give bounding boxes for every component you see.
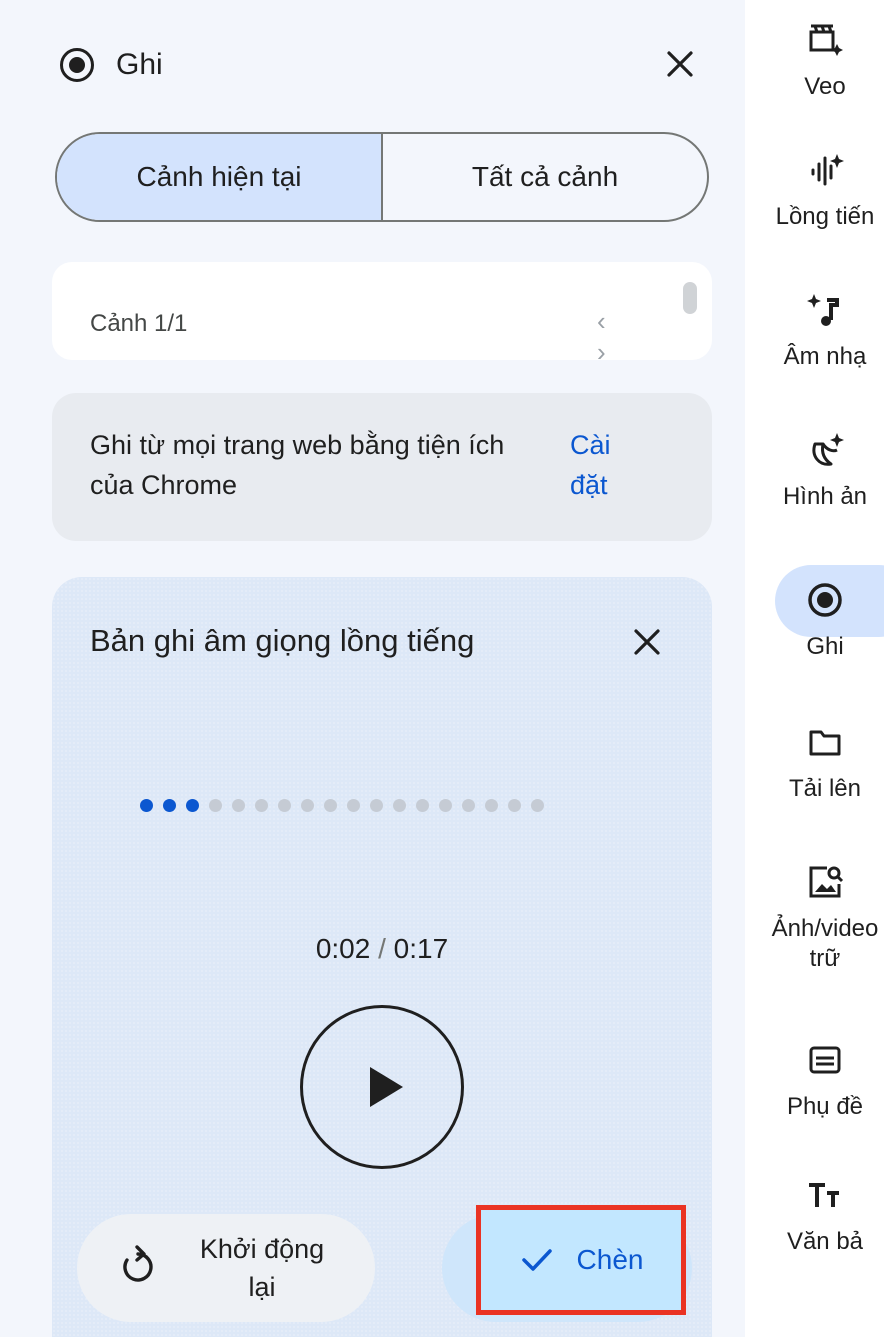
rail-label-image: Hình ản bbox=[782, 483, 868, 510]
scene-strip: Cảnh 1/1 ‹ › bbox=[52, 262, 712, 360]
audio-wave-sparkle-icon bbox=[805, 150, 845, 190]
progress-dot bbox=[370, 799, 383, 812]
rail-label-media-library-line2: trữ bbox=[809, 945, 841, 972]
rail-label-subtitles: Phụ đề bbox=[786, 1093, 864, 1120]
insert-button[interactable]: Chèn bbox=[476, 1205, 686, 1315]
rail-label-voiceover: Lồng tiến bbox=[775, 203, 875, 230]
restart-icon bbox=[123, 1245, 153, 1282]
music-note-sparkle-icon bbox=[805, 290, 845, 330]
rail-item-text[interactable]: Văn bả bbox=[745, 1175, 884, 1257]
rail-label-text: Văn bả bbox=[786, 1228, 864, 1255]
close-panel-icon[interactable] bbox=[660, 44, 700, 84]
scene-nav-arrows[interactable]: ‹ › bbox=[597, 306, 712, 360]
progress-dot bbox=[393, 799, 406, 812]
record-panel: Ghi Cảnh hiện tại Tất cả cảnh Cảnh 1/1 ‹… bbox=[0, 0, 745, 1337]
time-total: 0:17 bbox=[393, 933, 449, 964]
progress-dot bbox=[301, 799, 314, 812]
rail-item-upload[interactable]: Tải lên bbox=[745, 722, 884, 804]
rail-item-veo[interactable]: Veo bbox=[745, 20, 884, 102]
check-icon bbox=[521, 1249, 552, 1271]
rail-item-music[interactable]: Âm nhạ bbox=[745, 290, 884, 372]
scrollbar-thumb[interactable] bbox=[683, 282, 697, 314]
progress-dot bbox=[255, 799, 268, 812]
time-current: 0:02 bbox=[315, 933, 371, 964]
image-search-icon bbox=[805, 862, 845, 902]
extension-text: Ghi từ mọi trang web bằng tiện ích của C… bbox=[90, 430, 505, 500]
progress-dot bbox=[462, 799, 475, 812]
play-button[interactable] bbox=[300, 1005, 464, 1169]
segment-current-scene[interactable]: Cảnh hiện tại bbox=[57, 134, 383, 220]
text-format-icon bbox=[805, 1175, 845, 1215]
record-icon bbox=[805, 580, 845, 620]
panel-title: Ghi bbox=[116, 48, 163, 81]
progress-dot bbox=[508, 799, 521, 812]
restart-label: Khởi động lại bbox=[199, 1234, 325, 1302]
subtitles-icon bbox=[805, 1040, 845, 1080]
playback-timer: 0:02 / 0:17 bbox=[52, 933, 712, 965]
progress-dot bbox=[324, 799, 337, 812]
progress-dot bbox=[485, 799, 498, 812]
panel-header: Ghi bbox=[60, 40, 163, 90]
record-icon bbox=[60, 48, 94, 82]
progress-dot bbox=[209, 799, 222, 812]
progress-dot bbox=[347, 799, 360, 812]
progress-dot bbox=[531, 799, 544, 812]
rail-label-music: Âm nhạ bbox=[783, 343, 867, 370]
time-separator: / bbox=[378, 933, 386, 964]
rail-label-veo: Veo bbox=[804, 73, 846, 100]
extension-install-link[interactable]: Cài đặt bbox=[570, 425, 640, 505]
close-card-icon[interactable] bbox=[626, 621, 668, 663]
rail-item-record[interactable]: Ghi bbox=[745, 580, 884, 662]
rail-label-upload: Tải lên bbox=[788, 775, 862, 802]
rail-item-subtitles[interactable]: Phụ đề bbox=[745, 1040, 884, 1122]
scene-label: Cảnh 1/1 bbox=[90, 310, 188, 337]
card-title: Bản ghi âm giọng lồng tiếng bbox=[90, 623, 475, 658]
play-icon bbox=[369, 1067, 403, 1107]
restart-button[interactable]: Khởi động lại bbox=[77, 1214, 375, 1322]
insert-label: Chèn bbox=[576, 1244, 644, 1275]
folder-icon bbox=[805, 722, 845, 762]
extension-banner: Ghi từ mọi trang web bằng tiện ích của C… bbox=[52, 393, 712, 541]
progress-dot bbox=[439, 799, 452, 812]
clapperboard-sparkle-icon bbox=[805, 20, 845, 60]
progress-dot bbox=[163, 799, 176, 812]
rail-label-media-library: Ảnh/video bbox=[771, 915, 879, 942]
banana-sparkle-icon bbox=[805, 430, 845, 470]
tool-rail: Veo Lồng tiến Âm nhạ Hình ản Ghi Tải lên bbox=[745, 0, 884, 1337]
progress-dot bbox=[232, 799, 245, 812]
scene-scope-toggle: Cảnh hiện tại Tất cả cảnh bbox=[55, 132, 709, 222]
progress-dot bbox=[278, 799, 291, 812]
rail-item-image[interactable]: Hình ản bbox=[745, 430, 884, 512]
progress-dots bbox=[140, 799, 544, 812]
progress-dot bbox=[416, 799, 429, 812]
rail-item-media-library[interactable]: Ảnh/video trữ bbox=[745, 862, 884, 974]
rail-item-voiceover[interactable]: Lồng tiến bbox=[745, 150, 884, 232]
progress-dot bbox=[140, 799, 153, 812]
segment-all-scenes[interactable]: Tất cả cảnh bbox=[383, 134, 707, 220]
rail-label-record: Ghi bbox=[806, 633, 844, 660]
progress-dot bbox=[186, 799, 199, 812]
